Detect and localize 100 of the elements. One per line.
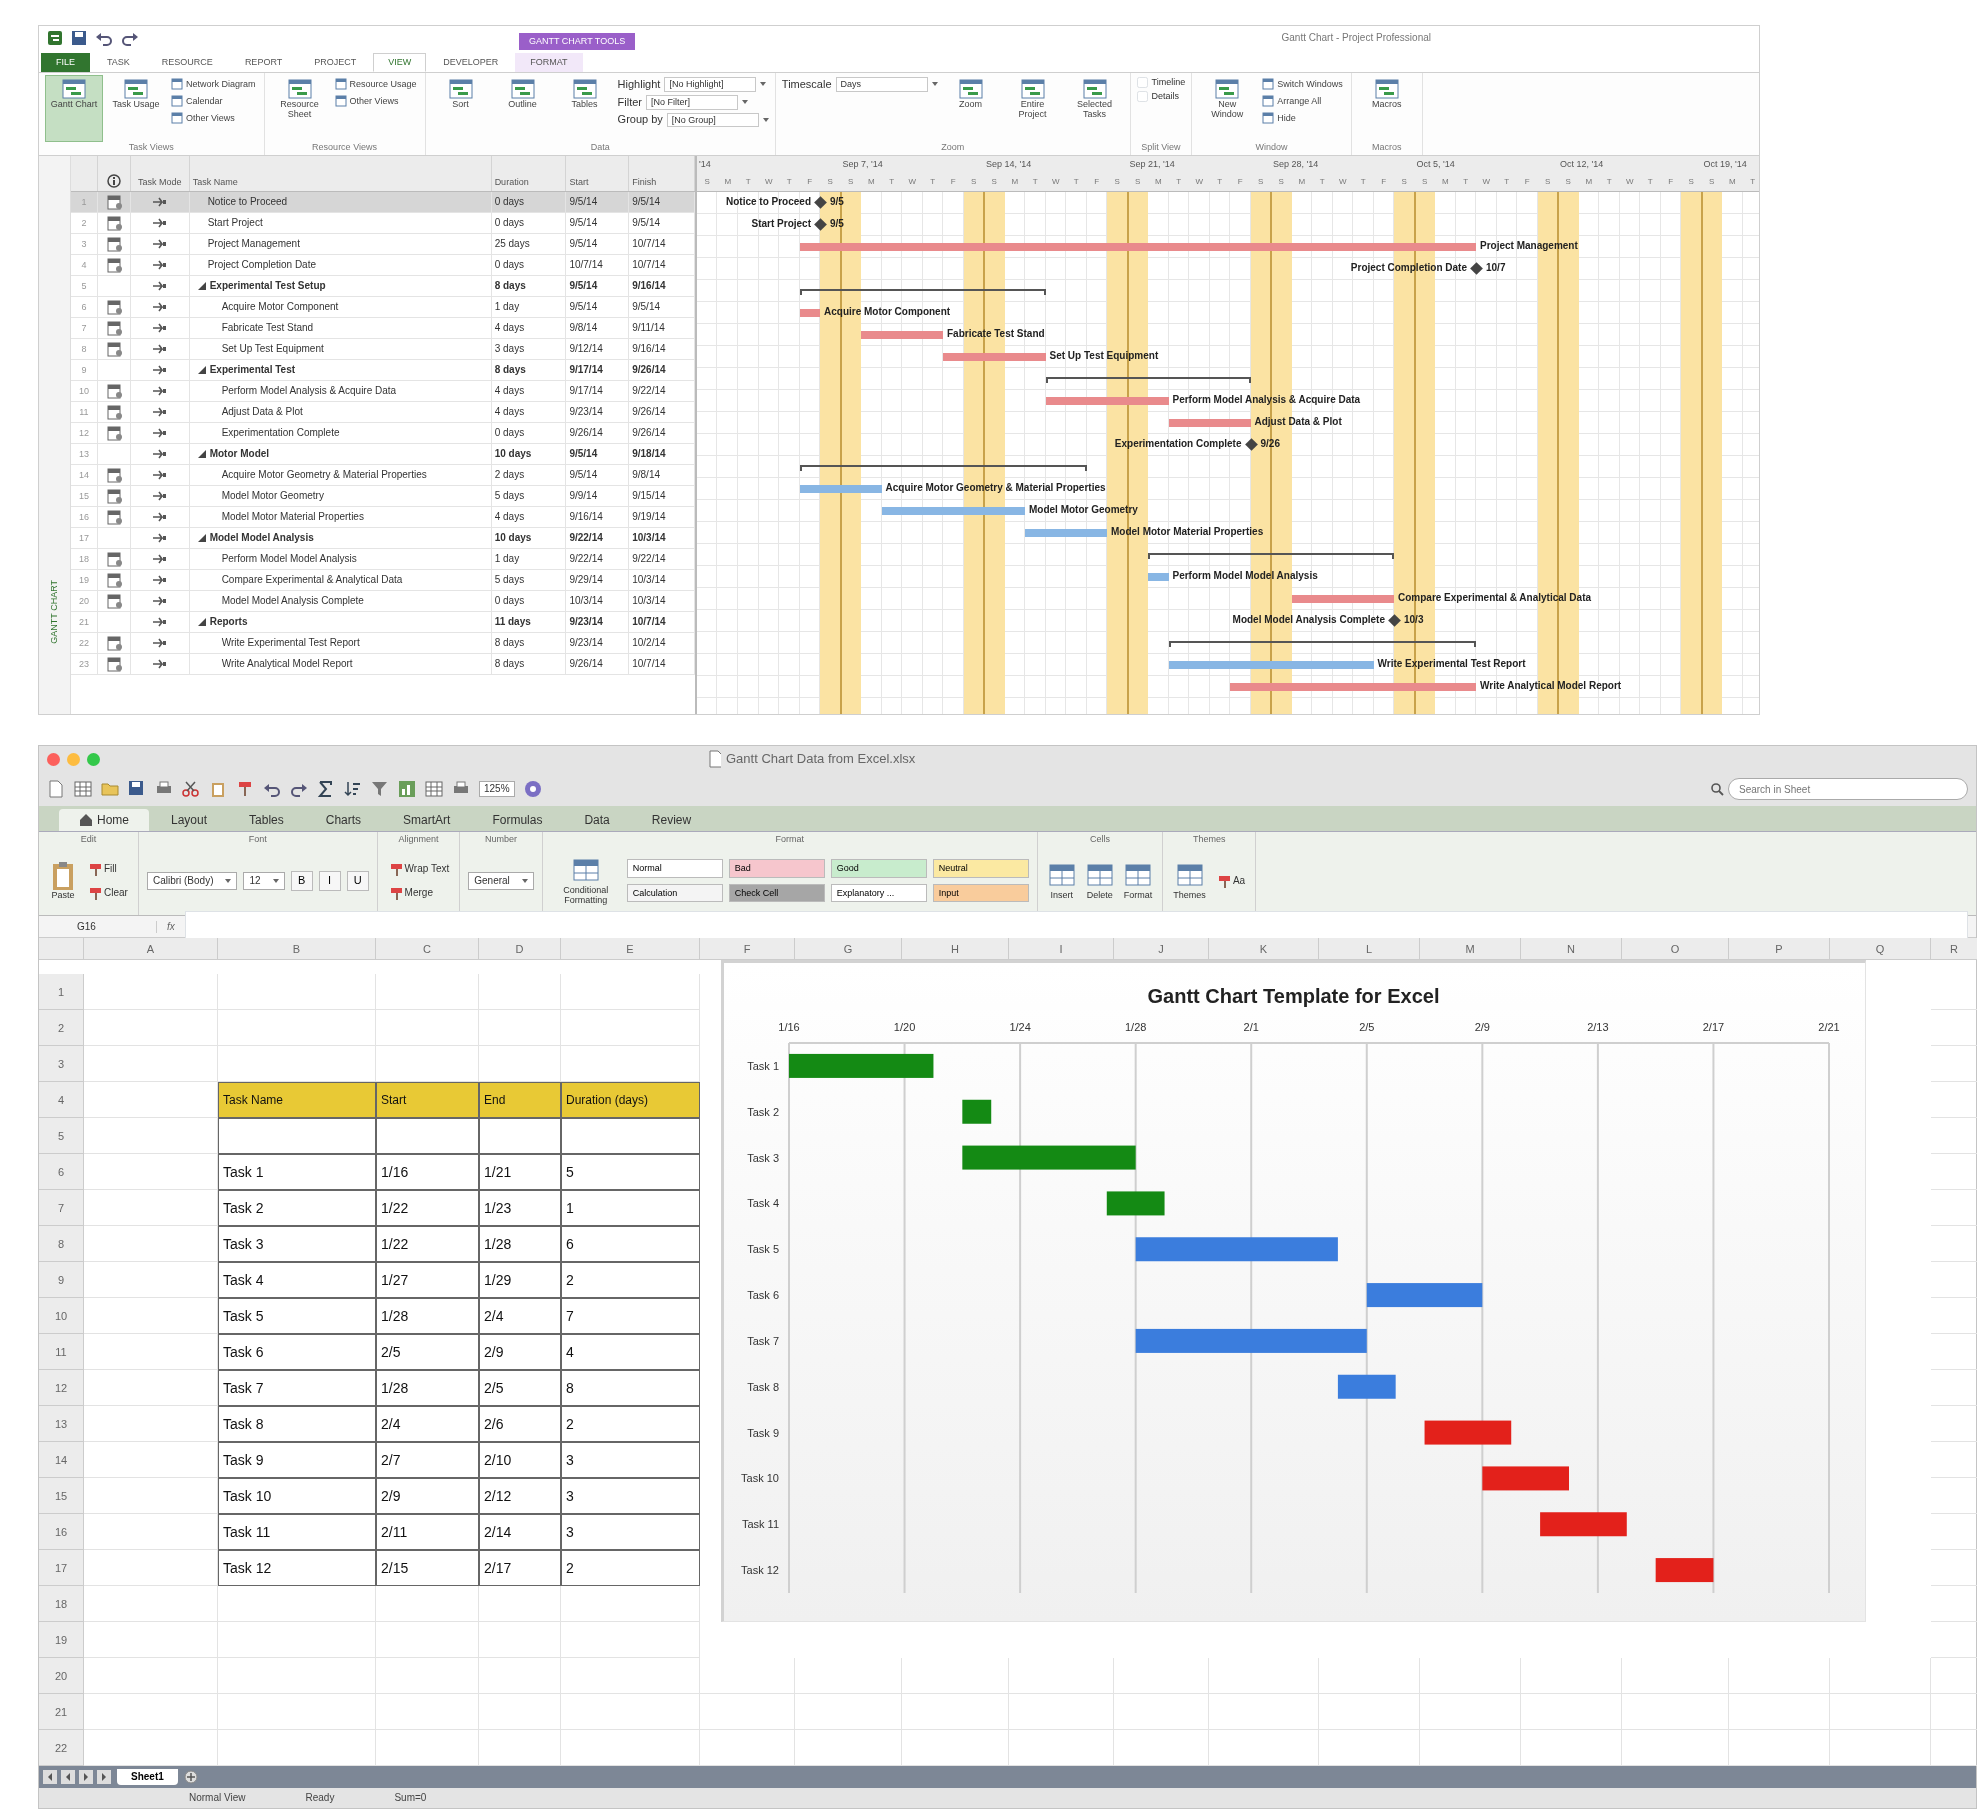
task-row[interactable]: 13 Motor Model 10 days 9/5/14 9/18/14 — [71, 444, 695, 465]
task-row[interactable]: 18 Perform Model Model Analysis 1 day 9/22/14 9/22/14 — [71, 549, 695, 570]
sort-icon[interactable] — [344, 780, 362, 798]
summary-bar[interactable] — [1168, 641, 1476, 647]
sheet-cell[interactable] — [561, 1694, 700, 1730]
ribbon-tab[interactable]: DEVELOPER — [428, 53, 514, 72]
task-row[interactable]: 23 Write Analytical Model Report 8 days 9/26/14 10/7/14 — [71, 654, 695, 675]
sheet-cell[interactable] — [1729, 1658, 1830, 1694]
task-bar[interactable] — [1148, 573, 1169, 581]
ribbon-button[interactable]: Arrange All — [1260, 94, 1345, 108]
cell-style-swatch[interactable]: Calculation — [626, 883, 723, 903]
row-header[interactable]: 13 — [39, 1406, 84, 1442]
row-header[interactable]: 6 — [39, 1154, 84, 1190]
sheet-cell[interactable] — [1622, 1694, 1729, 1730]
sheet-cell[interactable] — [376, 1694, 479, 1730]
ribbon-button[interactable]: Sort — [431, 75, 490, 143]
caret-icon[interactable] — [760, 82, 767, 87]
ribbon-button[interactable]: Format — [1121, 860, 1155, 901]
sheet-cell[interactable] — [1830, 1658, 1931, 1694]
checkbox[interactable] — [1136, 77, 1148, 88]
task-bar[interactable] — [1025, 529, 1107, 537]
search-field[interactable]: Search in Sheet — [1728, 778, 1968, 800]
grid-icon[interactable] — [425, 780, 443, 798]
ribbon-button[interactable]: Tables — [555, 75, 614, 143]
row-header[interactable]: 19 — [39, 1622, 84, 1658]
sheet-cell[interactable] — [376, 1010, 479, 1046]
row-header[interactable]: 14 — [39, 1442, 84, 1478]
cell-style-swatch[interactable]: Good — [830, 858, 927, 878]
zoom-field[interactable]: 125% — [479, 781, 515, 797]
ribbon-tab[interactable]: Formulas — [472, 808, 563, 831]
sheet-cell[interactable] — [700, 1694, 795, 1730]
column-header[interactable]: D — [479, 938, 561, 960]
column-header[interactable]: H — [902, 938, 1009, 960]
row-header[interactable]: 12 — [39, 1370, 84, 1406]
row-header[interactable]: 22 — [39, 1730, 84, 1766]
task-bar[interactable] — [799, 485, 882, 493]
sheet-cell[interactable] — [795, 1658, 902, 1694]
sheet-cell[interactable] — [84, 1478, 218, 1514]
column-header[interactable]: A — [84, 938, 218, 960]
summary-bar[interactable] — [1148, 553, 1394, 559]
row-header[interactable]: 17 — [39, 1550, 84, 1586]
column-header[interactable]: C — [376, 938, 479, 960]
task-bar[interactable] — [943, 353, 1046, 361]
sheet-cell[interactable] — [84, 1226, 218, 1262]
task-row[interactable]: 7 Fabricate Test Stand 4 days 9/8/14 9/11/14 — [71, 318, 695, 339]
sheet-cell[interactable] — [1420, 1694, 1521, 1730]
ribbon-tab[interactable]: Tables — [229, 808, 304, 831]
sum-icon[interactable] — [317, 780, 335, 798]
column-header[interactable]: B — [218, 938, 376, 960]
sheet-cell[interactable] — [479, 1694, 561, 1730]
task-row[interactable]: 15 Model Motor Geometry 5 days 9/9/14 9/15/14 — [71, 486, 695, 507]
column-header[interactable]: I — [1009, 938, 1114, 960]
column-header[interactable]: Task Mode — [138, 177, 182, 188]
task-bar[interactable] — [1168, 419, 1251, 427]
sheet-cell[interactable] — [84, 1694, 218, 1730]
task-bar[interactable] — [881, 507, 1025, 515]
ribbon-button[interactable]: Aa — [1213, 872, 1248, 889]
column-header[interactable]: E — [561, 938, 700, 960]
sheet-cell[interactable] — [218, 974, 376, 1010]
sheet-cell[interactable] — [84, 1010, 218, 1046]
ribbon-tab[interactable]: Data — [564, 808, 630, 831]
sheet-cell[interactable] — [218, 1658, 376, 1694]
sheet-cell[interactable] — [84, 1262, 218, 1298]
ribbon-button[interactable]: Selected Tasks — [1065, 75, 1124, 143]
ribbon-button[interactable]: Themes — [1171, 860, 1208, 901]
column-header[interactable]: Start — [569, 177, 589, 188]
dropdown-field[interactable]: Days — [835, 77, 928, 92]
collapse-triangle-icon[interactable] — [197, 366, 206, 374]
column-header[interactable]: P — [1729, 938, 1830, 960]
sheet-cell[interactable] — [1114, 1658, 1209, 1694]
task-row[interactable]: 10 Perform Model Analysis & Acquire Data 4 days 9/17/14 9/22/14 — [71, 381, 695, 402]
ribbon-tab[interactable]: FORMAT — [515, 53, 583, 72]
sheet-cell[interactable] — [376, 1658, 479, 1694]
sheet-cell[interactable] — [84, 1334, 218, 1370]
ribbon-button[interactable]: Paste — [47, 860, 79, 901]
sheet-cell[interactable] — [561, 1586, 700, 1622]
column-header[interactable]: G — [795, 938, 902, 960]
column-header[interactable]: Duration — [494, 177, 529, 188]
ribbon-button[interactable]: Zoom — [941, 75, 1000, 143]
task-bar[interactable] — [1168, 661, 1374, 669]
sheet-cell[interactable] — [561, 1622, 700, 1658]
chart-icon[interactable] — [398, 780, 416, 798]
app-icon[interactable] — [47, 30, 63, 46]
ribbon-button[interactable]: Calendar — [169, 94, 258, 108]
dropdown-field[interactable]: Calibri (Body) — [146, 871, 238, 890]
summary-bar[interactable] — [799, 289, 1046, 295]
ribbon-button[interactable]: Network Diagram — [169, 77, 258, 91]
sheet-cell[interactable] — [84, 1442, 218, 1478]
cell-style-swatch[interactable]: Explanatory ... — [830, 883, 927, 903]
sheet-tab[interactable]: Sheet1 — [117, 1769, 178, 1785]
column-header[interactable]: O — [1622, 938, 1729, 960]
row-header[interactable]: 5 — [39, 1118, 84, 1154]
minimize-button[interactable] — [67, 752, 80, 766]
sheet-cell[interactable] — [561, 974, 700, 1010]
folder-icon[interactable] — [101, 780, 119, 798]
cell-style-swatch[interactable]: Bad — [728, 858, 825, 878]
sheet-cell[interactable] — [84, 1154, 218, 1190]
cell-style-swatch[interactable]: Neutral — [932, 858, 1029, 878]
dropdown-field[interactable]: 12 — [243, 871, 285, 890]
task-row[interactable]: 17 Model Model Analysis 10 days 9/22/14 10/3/14 — [71, 528, 695, 549]
